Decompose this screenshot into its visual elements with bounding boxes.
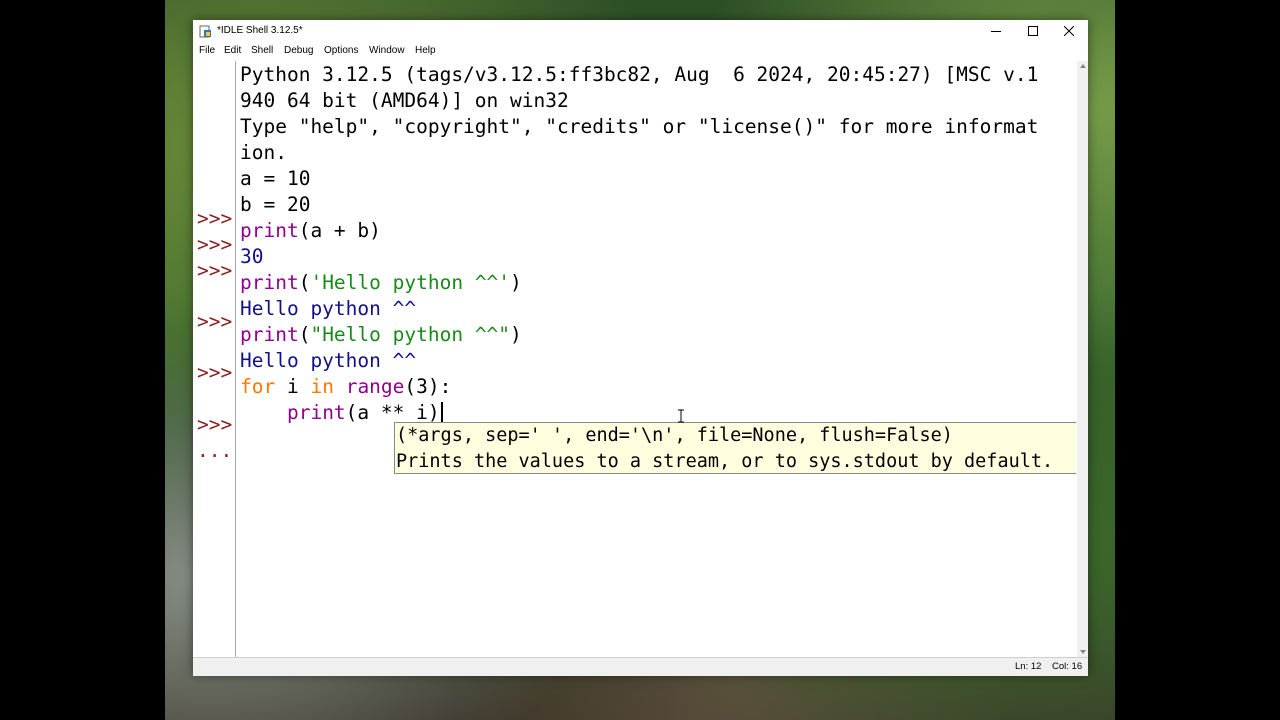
input-line: b = 20	[240, 193, 311, 216]
code-token: )	[510, 271, 522, 294]
shell-prompt: >>>	[197, 413, 233, 436]
banner-line: Python 3.12.5 (tags/v3.12.5:ff3bc82, Aug…	[240, 63, 1039, 86]
status-bar: Ln: 12 Col: 16	[193, 657, 1088, 676]
maximize-button[interactable]	[1015, 20, 1051, 43]
menu-help[interactable]: Help	[415, 45, 436, 56]
menu-shell[interactable]: Shell	[251, 45, 273, 56]
indent-token	[240, 401, 287, 424]
ibeam-cursor-icon	[678, 409, 684, 423]
input-line: print('Hello python ^^')	[240, 270, 522, 296]
menu-window[interactable]: Window	[369, 45, 405, 56]
maximize-icon	[1028, 26, 1038, 36]
input-line: print(a + b)	[240, 218, 381, 244]
calltip-popup: (*args, sep=' ', end='\n', file=None, fl…	[394, 422, 1076, 474]
idle-shell-window: *IDLE Shell 3.12.5* File Edit Shell Debu…	[193, 20, 1088, 676]
output-line: 30	[240, 245, 264, 268]
scroll-down-icon[interactable]	[1080, 650, 1086, 654]
banner-line: 940 64 bit (AMD64)] on win32	[240, 89, 569, 112]
output-line: Hello python ^^	[240, 297, 417, 320]
continuation-prompt: ...	[197, 439, 233, 462]
code-token: )	[510, 323, 522, 346]
input-line: a = 10	[240, 167, 311, 190]
builtin-token: range	[345, 375, 405, 398]
text-cursor	[441, 402, 443, 424]
scroll-up-icon[interactable]	[1080, 64, 1086, 68]
string-token: 'Hello python ^^'	[310, 271, 511, 294]
vertical-scrollbar[interactable]	[1077, 61, 1088, 657]
menu-edit[interactable]: Edit	[224, 45, 241, 56]
builtin-token: print	[240, 271, 299, 294]
shell-prompt: >>>	[197, 207, 233, 230]
close-button[interactable]	[1051, 20, 1087, 43]
menu-options[interactable]: Options	[324, 45, 358, 56]
keyword-token: in	[310, 375, 334, 398]
keyword-token: for	[240, 375, 276, 398]
code-token: (	[298, 323, 311, 346]
output-line: Hello python ^^	[240, 349, 417, 372]
input-line: for i in range(3):	[240, 374, 451, 400]
builtin-token: print	[286, 401, 346, 424]
calltip-signature: (*args, sep=' ', end='\n', file=None, fl…	[396, 425, 953, 446]
builtin-token: print	[240, 219, 299, 242]
string-token: "Hello python ^^"	[310, 323, 511, 346]
minimize-button[interactable]	[978, 20, 1014, 43]
shell-prompt: >>>	[197, 259, 233, 282]
menu-bar: File Edit Shell Debug Options Window Hel…	[193, 43, 1088, 61]
shell-prompt: >>>	[197, 233, 233, 256]
banner-line: ion.	[240, 141, 287, 164]
code-token: i	[275, 375, 311, 398]
input-line: print("Hello python ^^")	[240, 322, 522, 348]
title-bar[interactable]: *IDLE Shell 3.12.5*	[193, 20, 1088, 43]
menu-file[interactable]: File	[199, 45, 215, 56]
window-title: *IDLE Shell 3.12.5*	[217, 25, 303, 36]
code-token: (a + b)	[298, 219, 381, 242]
column-indicator: Col: 16	[1052, 661, 1083, 672]
code-token: (a ** i)	[345, 401, 440, 424]
prompt-gutter: >>> >>> >>> >>> >>> >>> ...	[193, 61, 236, 657]
code-token: (	[298, 271, 311, 294]
shell-prompt: >>>	[197, 361, 233, 384]
code-token: (3):	[404, 375, 452, 398]
builtin-token: print	[240, 323, 299, 346]
shell-text-area[interactable]: Python 3.12.5 (tags/v3.12.5:ff3bc82, Aug…	[236, 61, 1076, 657]
minimize-icon	[991, 31, 1001, 32]
close-icon	[1064, 26, 1074, 36]
line-indicator: Ln: 12	[1015, 661, 1042, 672]
calltip-doc: Prints the values to a stream, or to sys…	[396, 451, 1054, 472]
python-idle-icon	[199, 25, 211, 38]
menu-debug[interactable]: Debug	[284, 45, 313, 56]
shell-prompt: >>>	[197, 310, 233, 333]
banner-line: Type "help", "copyright", "credits" or "…	[240, 115, 1039, 138]
